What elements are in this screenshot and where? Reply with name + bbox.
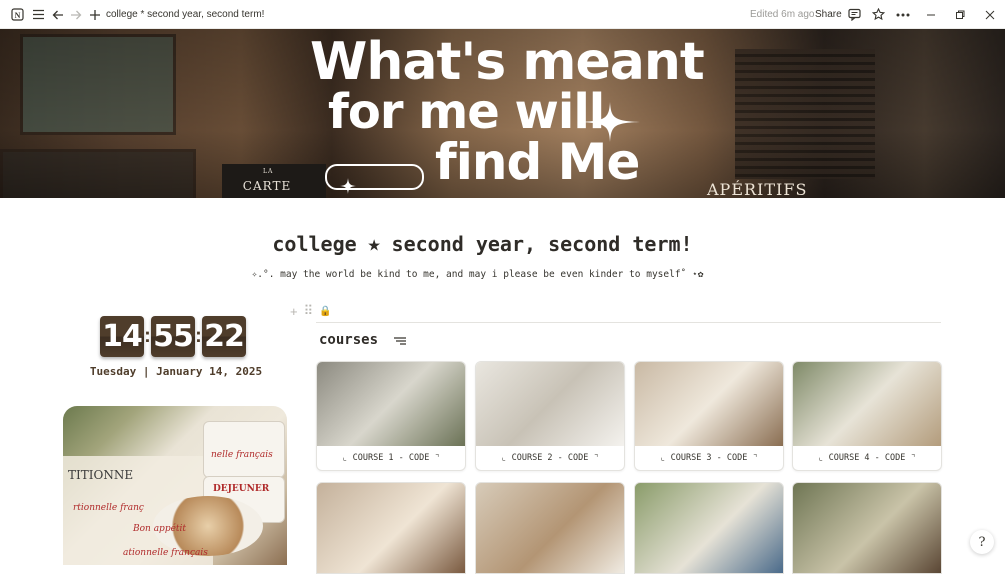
block-controls: + ⠿ 🔒 (290, 303, 332, 319)
svg-text:N: N (15, 11, 21, 20)
quote-line-3: find Me (435, 133, 640, 191)
flip-clock-widget: 14 : 55 : 22 (100, 316, 246, 357)
minimize-icon[interactable] (923, 7, 938, 22)
share-button[interactable]: Share (815, 9, 842, 20)
carte-sign: LA CARTE (222, 164, 326, 198)
help-button[interactable]: ? (970, 530, 994, 554)
courses-heading[interactable]: courses (319, 332, 378, 348)
sparkle-icon (340, 178, 356, 194)
drag-handle-icon[interactable]: ⠿ (304, 303, 314, 319)
notion-icon[interactable]: N (10, 7, 25, 22)
paper-text: rtionnelle franç (73, 503, 144, 513)
paper-text: TITIONNE (68, 468, 134, 482)
add-block-icon[interactable]: + (290, 304, 298, 319)
clock-separator: : (195, 325, 202, 347)
top-bar: N college * second year, second term! Ed… (0, 0, 1005, 29)
quote-line-2: for me will (328, 84, 605, 140)
star-icon[interactable] (871, 7, 886, 22)
carte-sign-label: CARTE (242, 179, 292, 193)
filter-icon[interactable] (393, 336, 407, 346)
more-icon[interactable] (895, 7, 910, 22)
cover-image[interactable]: LA CARTE APÉRITIFS What's meant for me w… (0, 29, 1005, 198)
course-card[interactable]: ⌞ COURSE 3 - CODE ⌝ (634, 361, 784, 471)
clock-separator: : (144, 325, 151, 347)
cup-text: Bon appétit (133, 524, 187, 534)
course-card-caption: ⌞ COURSE 4 - CODE ⌝ (818, 453, 916, 463)
sparkle-large-icon (580, 102, 640, 142)
course-card[interactable] (475, 482, 625, 574)
course-card-image (476, 362, 624, 446)
clock-hours: 14 (100, 316, 144, 357)
plus-icon[interactable] (87, 7, 102, 22)
plate-text: ationnelle français (123, 548, 208, 558)
coffee-image[interactable]: nelle français DEJEUNER Bon appétit rtio… (63, 406, 287, 565)
clock-seconds: 22 (202, 316, 246, 357)
course-card[interactable] (634, 482, 784, 574)
aperitifs-sign: APÉRITIFS (707, 180, 808, 198)
lock-icon[interactable]: 🔒 (319, 306, 331, 317)
breadcrumb-page-title[interactable]: college * second year, second term! (106, 9, 264, 20)
course-card-caption: ⌞ COURSE 3 - CODE ⌝ (660, 453, 758, 463)
page-title[interactable]: college ⭑ second year, second term! (0, 232, 965, 256)
course-card-image (635, 362, 783, 446)
clock-minutes: 55 (151, 316, 195, 357)
comment-icon[interactable] (847, 7, 862, 22)
course-card-image (317, 362, 465, 446)
course-card[interactable] (316, 482, 466, 574)
course-card[interactable]: ⌞ COURSE 2 - CODE ⌝ (475, 361, 625, 471)
course-card[interactable]: ⌞ COURSE 1 - CODE ⌝ (316, 361, 466, 471)
cup-text: DEJEUNER (213, 484, 270, 494)
menu-icon[interactable] (31, 7, 46, 22)
arrow-right-icon[interactable] (68, 7, 83, 22)
course-card[interactable]: ⌞ COURSE 4 - CODE ⌝ (792, 361, 942, 471)
page-subtitle: ✧.°. may the world be kind to me, and ma… (251, 269, 704, 280)
clock-date: Tuesday | January 14, 2025 (89, 365, 263, 378)
quote-line-1: What's meant (310, 32, 705, 92)
course-card[interactable] (792, 482, 942, 574)
maximize-icon[interactable] (952, 7, 967, 22)
arrow-left-icon[interactable] (50, 7, 65, 22)
course-card-caption: ⌞ COURSE 1 - CODE ⌝ (342, 453, 440, 463)
course-card-caption: ⌞ COURSE 2 - CODE ⌝ (501, 453, 599, 463)
course-card-image (793, 362, 941, 446)
close-icon[interactable] (982, 7, 997, 22)
carte-sign-small: LA (263, 168, 274, 175)
cup-text: nelle français (211, 450, 273, 460)
edited-status: Edited 6m ago (750, 9, 815, 20)
divider (316, 322, 941, 323)
